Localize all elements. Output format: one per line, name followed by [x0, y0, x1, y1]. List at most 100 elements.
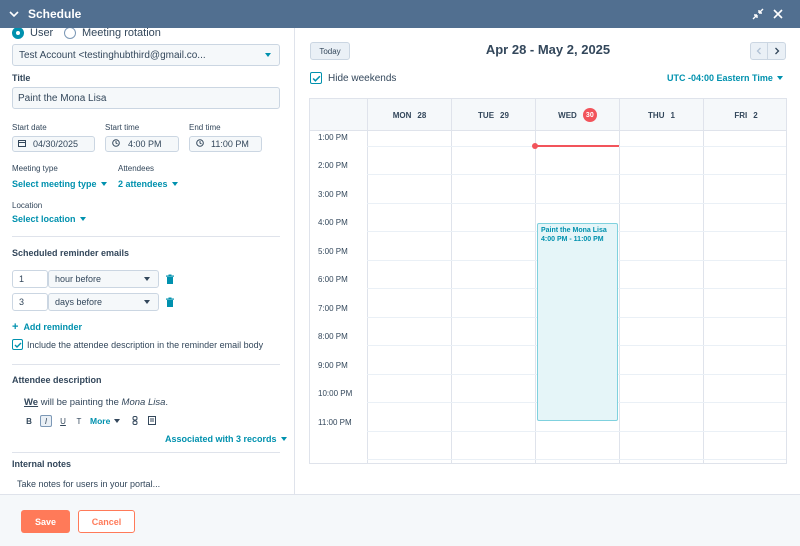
start-time-input[interactable]: 4:00 PM: [105, 136, 179, 152]
radio-rotation-control[interactable]: [64, 28, 76, 39]
title-label: Title: [12, 73, 31, 83]
attendee-description-heading: Attendee description: [12, 375, 102, 385]
attendee-description-editor[interactable]: We will be painting the Mona Lisa.: [24, 397, 168, 408]
internal-notes-input[interactable]: Take notes for users in your portal...: [17, 479, 160, 489]
chevron-right-icon[interactable]: [768, 43, 785, 59]
trash-icon[interactable]: [165, 297, 175, 308]
day-name: MON: [392, 110, 412, 120]
hour-label: 4:00 PM: [318, 218, 348, 227]
plus-icon: +: [12, 321, 19, 333]
hour-label: 8:00 PM: [318, 332, 348, 341]
account-select[interactable]: Test Account <testinghubthird@gmail.co..…: [12, 44, 280, 66]
week-calendar-grid: MON 28 TUE 29 WED 30 THU 1 FRI 2 1:00 PM…: [309, 98, 787, 464]
column-divider: [367, 131, 368, 463]
meeting-type-label: Meeting type: [12, 164, 58, 173]
end-time-value: 11:00 PM: [211, 139, 249, 149]
add-reminder-button[interactable]: + Add reminder: [12, 321, 82, 333]
chevron-down-icon: [114, 419, 121, 423]
modal-title: Schedule: [28, 7, 82, 21]
meeting-type-select[interactable]: Select meeting type: [12, 179, 107, 189]
hour-line: [367, 203, 786, 204]
location-value: Select location: [12, 214, 76, 224]
hour-label: 9:00 PM: [318, 361, 348, 370]
column-divider: [451, 131, 452, 463]
link-icon[interactable]: [132, 415, 138, 427]
divider: [12, 452, 280, 453]
chevron-down-icon: [100, 182, 107, 186]
underline-button[interactable]: U: [58, 417, 68, 426]
today-badge: 30: [582, 108, 597, 122]
checkbox-checked-icon[interactable]: [310, 72, 322, 84]
start-time-label: Start time: [105, 123, 140, 132]
hour-label: 7:00 PM: [318, 304, 348, 313]
divider: [12, 236, 280, 237]
desc-italic-text: Mona Lisa: [121, 397, 166, 408]
bold-button[interactable]: B: [24, 417, 34, 426]
event-title: Paint the Mona Lisa: [541, 227, 607, 234]
start-time-value: 4:00 PM: [128, 139, 162, 149]
radio-meeting-rotation[interactable]: Meeting rotation: [64, 28, 161, 39]
reminder-unit-select[interactable]: hour before: [48, 270, 159, 288]
hour-label: 11:00 PM: [318, 418, 352, 427]
chevron-down-icon[interactable]: [8, 8, 20, 20]
more-menu-button[interactable]: More: [90, 416, 121, 426]
day-number: 28: [417, 110, 427, 120]
checkbox-checked-icon[interactable]: [12, 339, 23, 350]
day-name: WED: [558, 110, 577, 120]
italic-button[interactable]: I: [40, 415, 52, 427]
start-date-value: 04/30/2025: [33, 139, 79, 149]
column-divider: [619, 131, 620, 463]
day-header-wed: WED 30: [535, 99, 619, 131]
minimize-icon[interactable]: [750, 6, 766, 22]
calendar-panel: Today Apr 28 - May 2, 2025 Hide weekends…: [296, 28, 800, 494]
day-header-fri: FRI 2: [703, 99, 786, 131]
chevron-left-icon[interactable]: [751, 43, 769, 59]
reminder-number-input[interactable]: 3: [12, 293, 48, 311]
include-description-label: Include the attendee description in the …: [27, 339, 264, 350]
meeting-form-panel: User Meeting rotation Test Account <test…: [0, 28, 295, 494]
reminders-heading: Scheduled reminder emails: [12, 248, 130, 258]
start-date-label: Start date: [12, 123, 47, 132]
trash-icon[interactable]: [165, 274, 175, 285]
start-date-input[interactable]: 04/30/2025: [12, 136, 95, 152]
more-label: More: [90, 416, 111, 426]
event-time: 4:00 PM - 11:00 PM: [541, 236, 604, 243]
hour-line: [367, 459, 786, 460]
save-button[interactable]: Save: [21, 510, 70, 533]
day-number: 1: [670, 110, 675, 120]
calendar-event[interactable]: Paint the Mona Lisa 4:00 PM - 11:00 PM: [537, 223, 618, 421]
desc-end-text: .: [165, 397, 169, 408]
day-header-mon: MON 28: [367, 99, 451, 131]
attendees-label: Attendees: [118, 164, 155, 173]
day-header-tue: TUE 29: [451, 99, 535, 131]
chevron-down-icon: [776, 76, 783, 80]
reminder-unit-select[interactable]: days before: [48, 293, 159, 311]
week-navigation: [750, 42, 786, 60]
hour-label: 2:00 PM: [318, 161, 348, 170]
hour-label: 10:00 PM: [318, 389, 353, 398]
location-label: Location: [12, 201, 43, 210]
day-number: 29: [500, 110, 509, 120]
associated-records-value: Associated with 3 records: [165, 434, 277, 444]
meeting-type-value: Select meeting type: [12, 179, 97, 189]
chevron-down-icon: [265, 53, 271, 57]
snippet-icon[interactable]: [148, 415, 157, 427]
cancel-button[interactable]: Cancel: [78, 510, 135, 533]
add-reminder-label: Add reminder: [23, 322, 82, 332]
chevron-down-icon: [79, 217, 86, 221]
radio-user-label: User: [30, 28, 54, 39]
location-select[interactable]: Select location: [12, 214, 86, 224]
associated-records-select[interactable]: Associated with 3 records: [165, 434, 287, 444]
reminder-number-input[interactable]: 1: [12, 270, 48, 288]
end-time-input[interactable]: 11:00 PM: [189, 136, 262, 152]
hide-weekends-checkbox[interactable]: Hide weekends: [310, 72, 396, 84]
attendees-select[interactable]: 2 attendees: [118, 179, 178, 189]
radio-user-control[interactable]: [12, 28, 24, 39]
close-icon[interactable]: [770, 6, 786, 22]
hour-label: 6:00 PM: [318, 275, 348, 284]
radio-user[interactable]: User: [12, 28, 53, 39]
include-description-checkbox[interactable]: Include the attendee description in the …: [12, 339, 263, 350]
timezone-select[interactable]: UTC -04:00 Eastern Time: [667, 73, 783, 83]
clear-format-button[interactable]: T: [74, 417, 84, 426]
title-input[interactable]: Paint the Mona Lisa: [12, 87, 280, 109]
